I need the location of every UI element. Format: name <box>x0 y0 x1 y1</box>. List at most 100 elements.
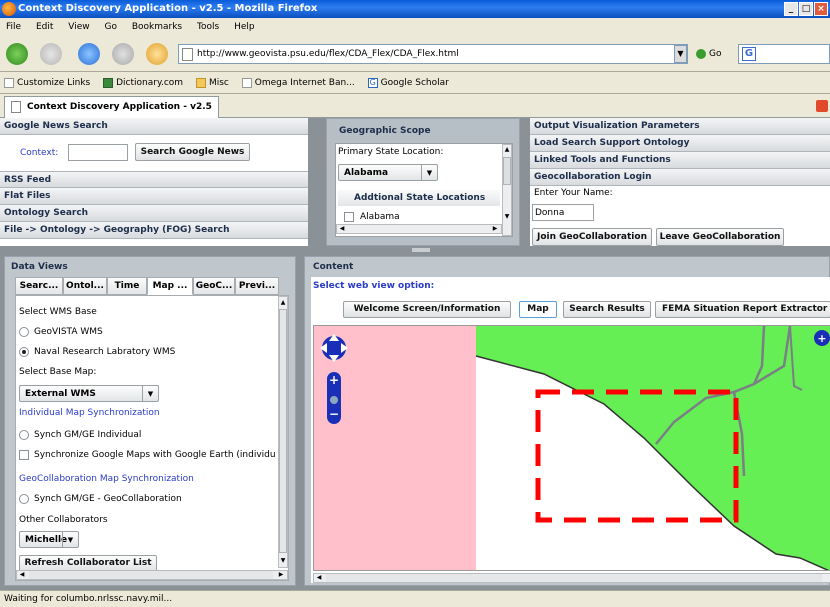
tab-time[interactable]: Time <box>107 277 147 295</box>
state-checkbox-alabama[interactable] <box>344 212 354 222</box>
web-view-label: Select web view option: <box>313 281 435 291</box>
geographic-scope-panel: Geographic Scope Primary State Location:… <box>326 118 520 246</box>
data-views-title: Data Views <box>11 262 68 272</box>
accordion-fog-search[interactable]: File -> Ontology -> Geography (FOG) Sear… <box>0 222 308 239</box>
menu-edit[interactable]: Edit <box>36 22 53 32</box>
dictionary-icon <box>103 77 114 88</box>
base-map-select[interactable]: External WMS ▼ <box>19 385 159 402</box>
data-views-panel: Data Views Searc... Ontol... Time Map ..… <box>4 256 296 586</box>
checkbox-sync-google-earth[interactable] <box>19 450 29 460</box>
window-title-bar: Context Discovery Application - v2.5 - M… <box>0 0 830 18</box>
page-icon <box>182 48 193 61</box>
menu-tools[interactable]: Tools <box>197 22 219 32</box>
scroll-thumb[interactable] <box>29 571 273 579</box>
minimize-button[interactable]: _ <box>784 2 798 16</box>
search-results-button[interactable]: Search Results <box>563 301 651 318</box>
window-title: Context Discovery Application - v2.5 - M… <box>18 3 318 14</box>
radio-synch-individual[interactable] <box>19 430 29 440</box>
reload-icon[interactable] <box>78 43 100 65</box>
bookmark-omega-bank[interactable]: Omega Internet Ban... <box>241 72 355 94</box>
map-svg[interactable]: + − + <box>314 326 830 571</box>
menu-go[interactable]: Go <box>104 22 116 32</box>
divider-handle-icon[interactable] <box>412 248 430 252</box>
chevron-down-icon: ▼ <box>62 532 78 547</box>
go-icon <box>696 48 706 59</box>
tab-context-discovery[interactable]: Context Discovery Application - v2.5 <box>4 96 219 118</box>
zoom-in-icon[interactable]: + <box>329 373 339 387</box>
google-news-pane: Context: Search Google News <box>0 135 308 171</box>
water-area <box>314 326 476 570</box>
accordion-load-ontology[interactable]: Load Search Support Ontology <box>530 135 830 152</box>
address-bar[interactable]: http://www.geovista.psu.edu/flex/CDA_Fle… <box>178 44 688 64</box>
geocollab-login-pane: Enter Your Name: Donna Join GeoCollabora… <box>530 186 830 246</box>
menu-view[interactable]: View <box>68 22 89 32</box>
leave-geocollaboration-button[interactable]: Leave GeoCollaboration <box>656 228 784 246</box>
accordion-rss-feed[interactable]: RSS Feed <box>0 171 308 188</box>
map-tab-vscroll[interactable]: ▲ ▼ <box>278 296 288 568</box>
content-hscroll[interactable]: ◀ <box>313 573 830 583</box>
bookmark-google-scholar[interactable]: G Google Scholar <box>367 72 449 94</box>
zoom-out-icon[interactable]: − <box>329 407 339 421</box>
accordion-geocollaboration-login[interactable]: Geocollaboration Login <box>530 169 830 186</box>
scroll-thumb[interactable] <box>503 157 511 185</box>
tab-search[interactable]: Searc... <box>15 277 63 295</box>
close-window-button[interactable]: × <box>814 2 828 16</box>
welcome-screen-button[interactable]: Welcome Screen/Information <box>343 301 511 318</box>
forward-icon[interactable] <box>40 43 62 65</box>
map-tab-hscroll[interactable]: ◀ ▶ <box>16 570 288 580</box>
page-icon <box>4 77 14 88</box>
geo-scope-hscroll[interactable]: ◀ ▶ <box>336 224 502 234</box>
maximize-button[interactable]: □ <box>799 2 813 16</box>
collaborator-select[interactable]: Michelle ▼ <box>19 531 79 548</box>
map-tab-content: Select WMS Base GeoVISTA WMS Naval Resea… <box>15 295 289 581</box>
radio-synch-geocollab[interactable] <box>19 494 29 504</box>
geo-scope-vscroll[interactable]: ▲ ▼ <box>502 144 512 236</box>
radio-geovista-wms[interactable] <box>19 327 29 337</box>
tab-geocollaboration[interactable]: GeoC... <box>193 277 235 295</box>
close-tab-icon[interactable] <box>816 100 828 112</box>
tab-map[interactable]: Map ... <box>147 277 193 295</box>
other-collaborators-label: Other Collaborators <box>19 515 108 525</box>
search-google-news-button[interactable]: Search Google News <box>135 143 250 161</box>
page-icon <box>11 101 21 113</box>
accordion-output-visualization[interactable]: Output Visualization Parameters <box>530 118 830 135</box>
context-label: Context: <box>20 148 59 158</box>
content-panel: Content Select web view option: Welcome … <box>304 256 830 586</box>
menu-file[interactable]: File <box>6 22 21 32</box>
accordion-google-news-search[interactable]: Google News Search <box>0 118 308 135</box>
wms-base-label: Select WMS Base <box>19 307 97 317</box>
go-button[interactable]: Go <box>696 44 721 64</box>
zoom-globe-icon[interactable] <box>330 396 338 404</box>
name-label: Enter Your Name: <box>534 188 613 198</box>
additional-state-label: Alabama <box>360 212 400 222</box>
google-search-input[interactable]: G <box>738 44 830 64</box>
menu-bookmarks[interactable]: Bookmarks <box>132 22 182 32</box>
join-geocollaboration-button[interactable]: Join GeoCollaboration <box>532 228 652 246</box>
bookmark-dictionary[interactable]: Dictionary.com <box>103 72 183 94</box>
primary-state-label: Primary State Location: <box>338 147 444 157</box>
status-bar: Waiting for columbo.nrlssc.navy.mil... <box>0 590 830 607</box>
accordion-flat-files[interactable]: Flat Files <box>0 188 308 205</box>
map-view-button[interactable]: Map <box>519 301 557 318</box>
accordion-ontology-search[interactable]: Ontology Search <box>0 205 308 222</box>
tab-preview[interactable]: Previ... <box>235 277 279 295</box>
accordion-linked-tools[interactable]: Linked Tools and Functions <box>530 152 830 169</box>
fema-extractor-button[interactable]: FEMA Situation Report Extractor (FE <box>655 301 830 318</box>
tab-ontology[interactable]: Ontol... <box>63 277 107 295</box>
menu-help[interactable]: Help <box>234 22 255 32</box>
url-dropdown-icon[interactable]: ▼ <box>674 45 687 63</box>
scroll-thumb[interactable] <box>326 574 822 582</box>
map-viewport[interactable]: + − + <box>313 325 830 571</box>
radio-nrl-wms[interactable] <box>19 347 29 357</box>
bookmark-customize-links[interactable]: Customize Links <box>4 72 90 94</box>
primary-state-select[interactable]: Alabama ▼ <box>338 164 438 181</box>
layer-plus-icon[interactable]: + <box>817 332 826 345</box>
back-icon[interactable] <box>6 43 28 65</box>
content-body: Select web view option: Welcome Screen/I… <box>311 277 830 583</box>
name-input[interactable]: Donna <box>532 204 594 221</box>
bookmark-folder-misc[interactable]: Misc <box>195 72 229 94</box>
stop-icon[interactable] <box>112 43 134 65</box>
scroll-thumb[interactable] <box>279 309 287 553</box>
context-input[interactable] <box>68 144 128 161</box>
home-icon[interactable] <box>146 43 168 65</box>
